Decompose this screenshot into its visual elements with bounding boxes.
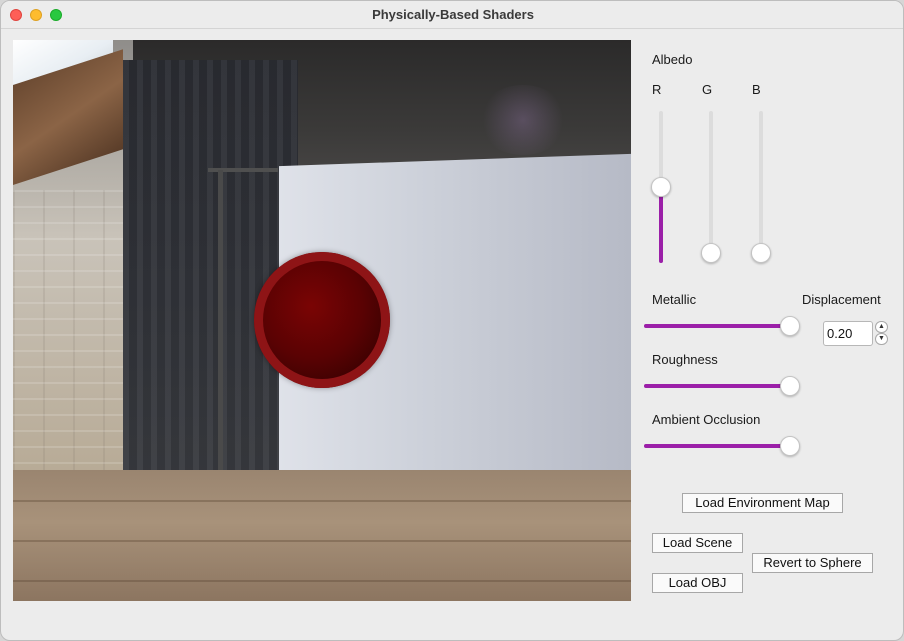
load-scene-button[interactable]: Load Scene	[652, 533, 743, 553]
render-viewport[interactable]	[13, 40, 631, 601]
albedo-b-track	[759, 111, 763, 263]
roughness-fill	[644, 384, 790, 388]
metallic-handle[interactable]	[780, 316, 800, 336]
albedo-g-track	[709, 111, 713, 263]
ambient-occlusion-slider[interactable]	[644, 435, 800, 457]
ambient-occlusion-label: Ambient Occlusion	[652, 412, 761, 427]
app-window: Physically-Based Shaders Albedo R G B Me…	[0, 0, 904, 641]
roughness-slider[interactable]	[644, 375, 800, 397]
metallic-label: Metallic	[652, 292, 697, 307]
displacement-label: Displacement	[802, 292, 881, 307]
metallic-slider[interactable]	[644, 315, 800, 337]
albedo-r-fill	[659, 187, 663, 263]
load-environment-map-button[interactable]: Load Environment Map	[682, 493, 843, 513]
albedo-g-slider[interactable]	[700, 111, 722, 263]
chevron-up-icon[interactable]: ▲	[875, 321, 888, 333]
roughness-handle[interactable]	[780, 376, 800, 396]
albedo-b-handle[interactable]	[751, 243, 771, 263]
albedo-b-slider[interactable]	[750, 111, 772, 263]
scene-wooden-floor	[13, 470, 631, 601]
albedo-r-label: R	[652, 82, 662, 97]
albedo-g-label: G	[702, 82, 713, 97]
albedo-b-label: B	[752, 82, 761, 97]
load-obj-button[interactable]: Load OBJ	[652, 573, 743, 593]
chevron-down-icon[interactable]: ▼	[875, 333, 888, 345]
albedo-label: Albedo	[652, 52, 693, 67]
window-title: Physically-Based Shaders	[372, 7, 534, 22]
roughness-label: Roughness	[652, 352, 718, 367]
albedo-r-slider[interactable]	[650, 111, 672, 263]
scene-lens-flare	[478, 85, 568, 155]
scene-brick-wall	[13, 190, 128, 480]
ambient-occlusion-handle[interactable]	[780, 436, 800, 456]
displacement-stepper[interactable]: ▲ ▼	[875, 321, 888, 346]
albedo-g-handle[interactable]	[701, 243, 721, 263]
ambient-occlusion-fill	[644, 444, 790, 448]
metallic-fill	[644, 324, 790, 328]
title-bar: Physically-Based Shaders	[1, 1, 903, 29]
shaded-sphere	[254, 252, 390, 388]
albedo-r-handle[interactable]	[651, 177, 671, 197]
revert-to-sphere-button[interactable]: Revert to Sphere	[752, 553, 873, 573]
displacement-input[interactable]: 0.20	[823, 321, 873, 346]
